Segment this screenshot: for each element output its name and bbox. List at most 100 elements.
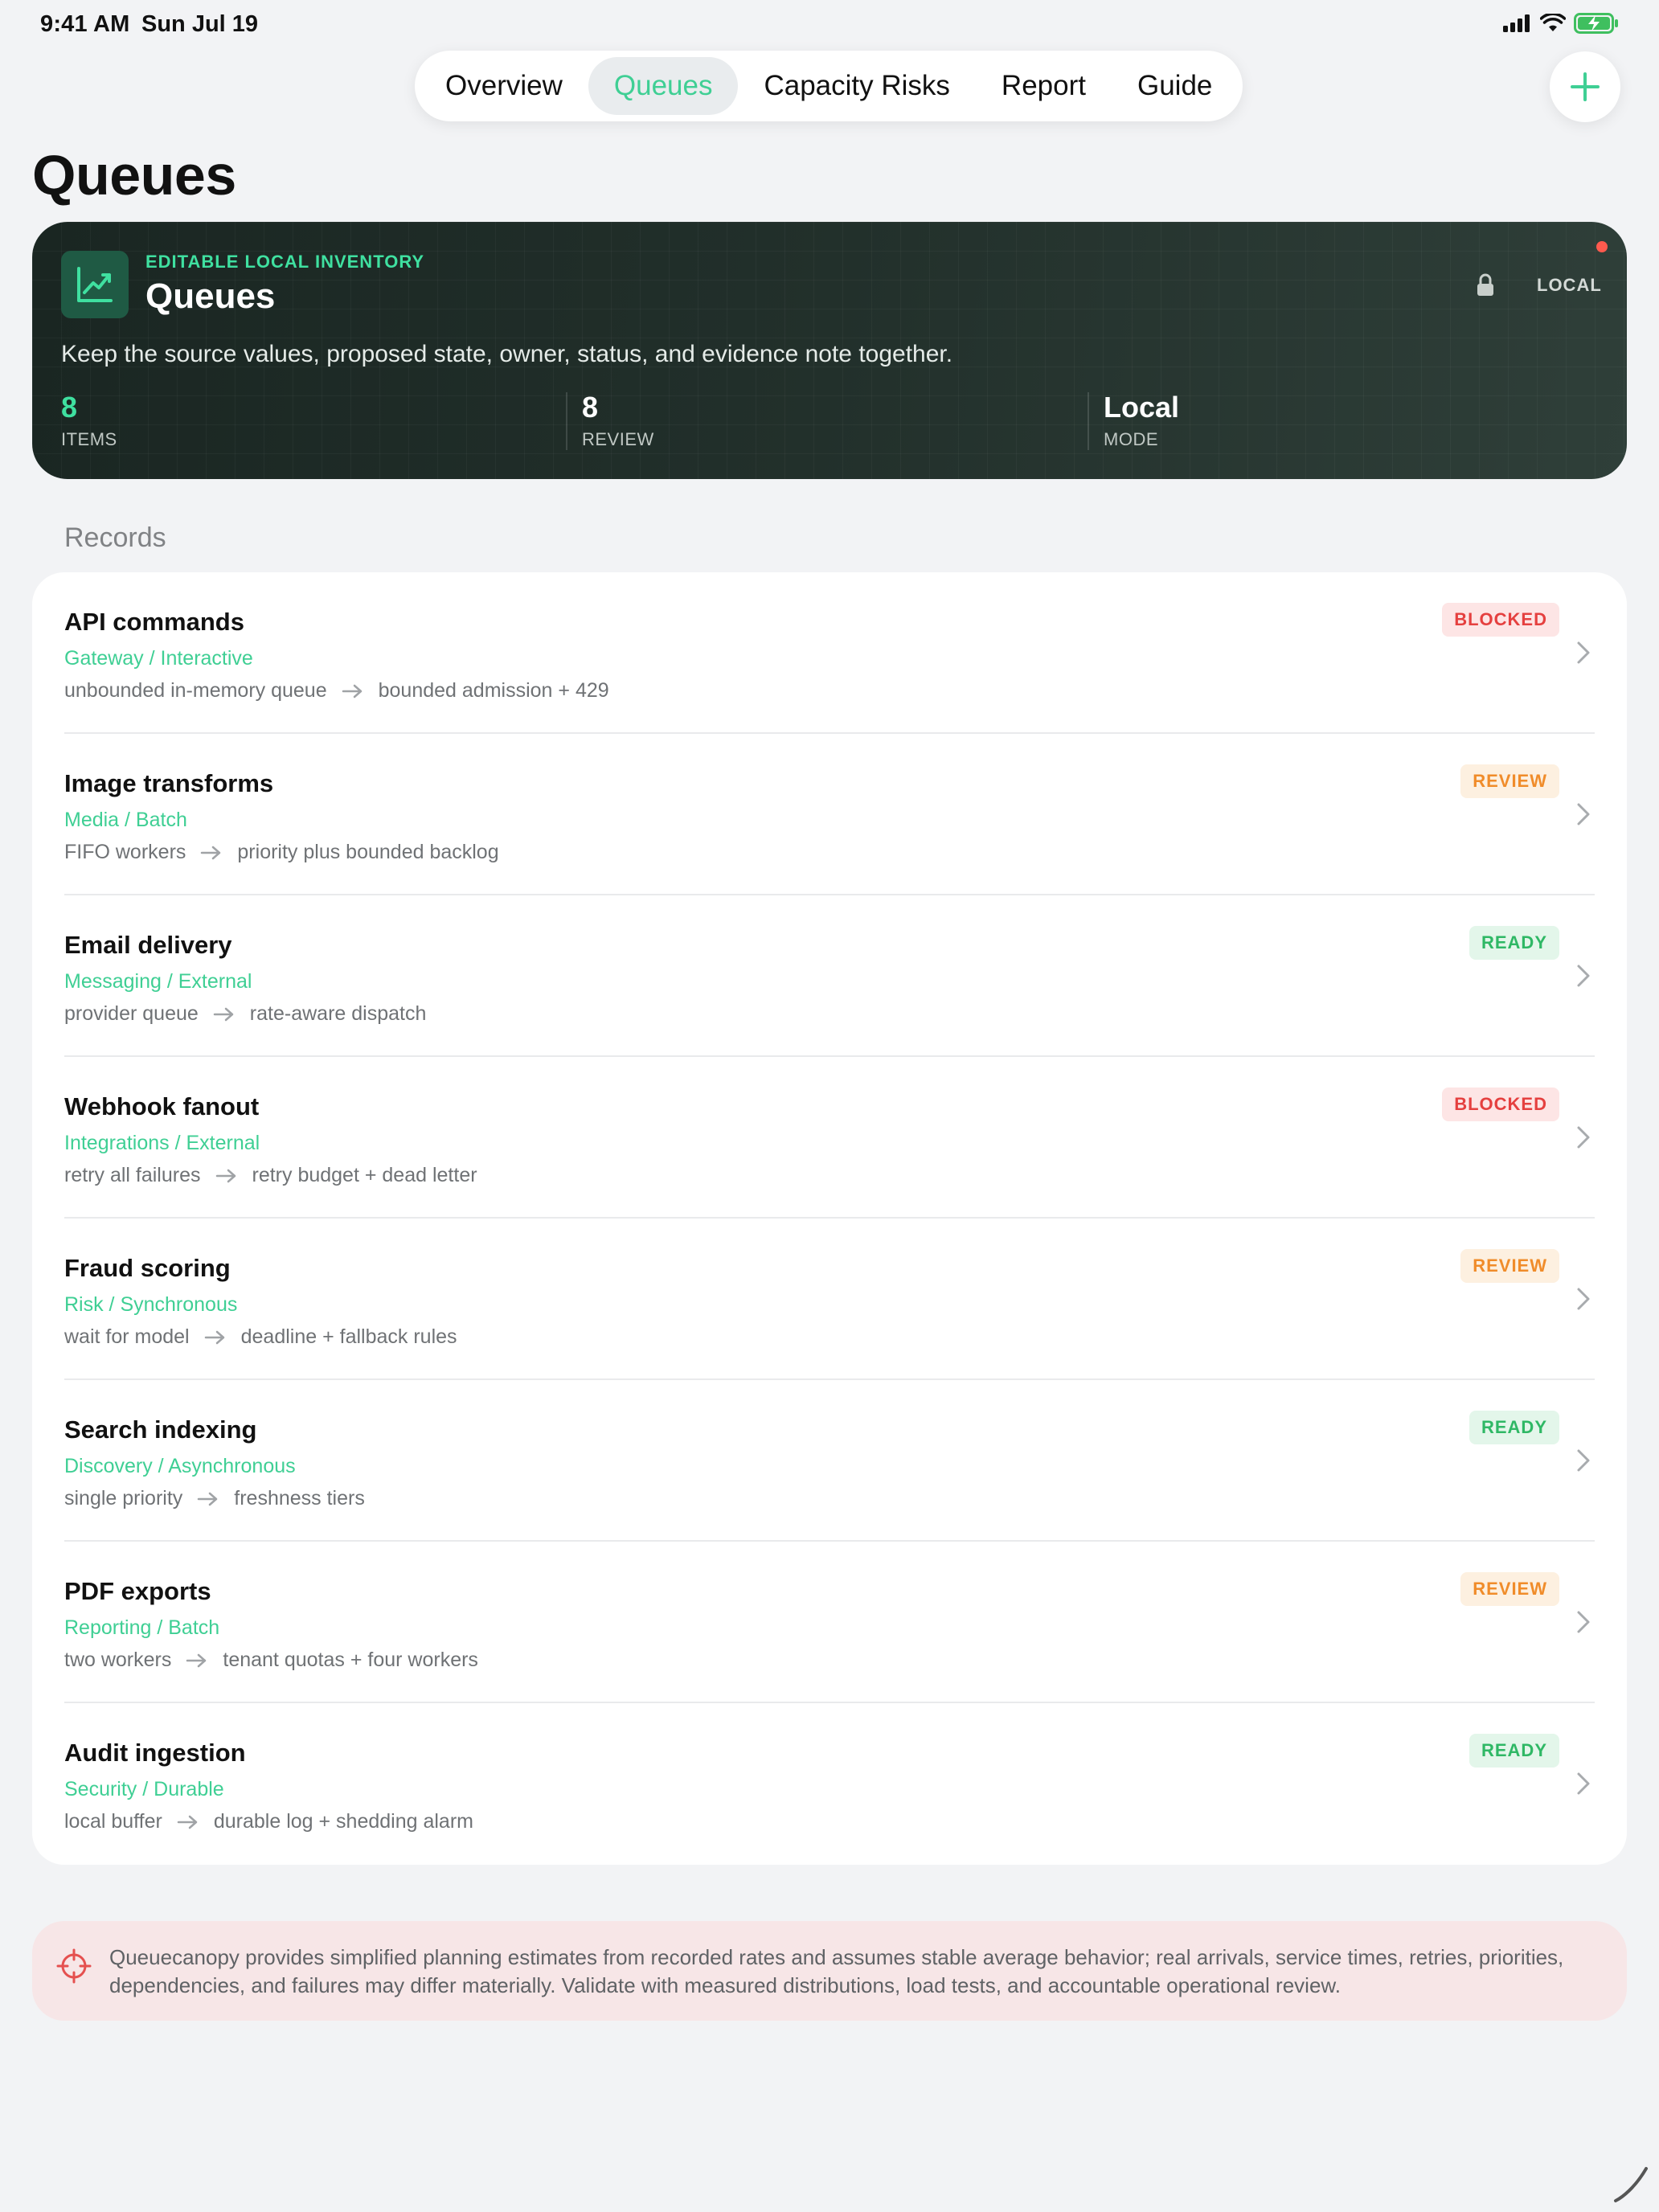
record-flow: retry all failures retry budget + dead le… [64, 1164, 477, 1187]
chevron-right-icon [1577, 1288, 1590, 1310]
record-to: priority plus bounded backlog [237, 841, 499, 863]
tab-overview[interactable]: Overview [420, 57, 588, 115]
record-to: freshness tiers [234, 1487, 365, 1509]
record-subtitle: Security / Durable [64, 1778, 224, 1800]
status-badge: BLOCKED [1442, 603, 1559, 637]
arrow-right-icon [198, 1492, 218, 1505]
pencil-stroke-icon [1614, 2167, 1648, 2202]
record-to: tenant quotas + four workers [223, 1649, 478, 1671]
tab-guide[interactable]: Guide [1112, 57, 1238, 115]
plus-icon [1571, 72, 1600, 101]
status-time: 9:41 AM [40, 11, 130, 37]
record-title: PDF exports [64, 1577, 211, 1605]
record-to: durable log + shedding alarm [213, 1810, 473, 1833]
stat-value: Local [1104, 391, 1180, 424]
hero-card: EDITABLE LOCAL INVENTORY Queues LOCAL Ke… [32, 222, 1627, 479]
record-row[interactable]: Search indexing Discovery / Asynchronous s… [32, 1380, 1627, 1542]
record-row[interactable]: Webhook fanout Integrations / External ret… [32, 1057, 1627, 1219]
lock-icon [1477, 273, 1493, 296]
record-flow: local buffer durable log + shedding alarm [64, 1810, 473, 1833]
tab-capacity-risks[interactable]: Capacity Risks [738, 57, 975, 115]
chevron-right-icon [1577, 641, 1590, 664]
record-flow: wait for model deadline + fallback rules [64, 1325, 457, 1349]
record-subtitle: Risk / Synchronous [64, 1293, 238, 1316]
record-title: Email delivery [64, 931, 232, 959]
arrow-right-icon [342, 684, 362, 698]
tab-queues[interactable]: Queues [588, 57, 739, 115]
status-badge: READY [1469, 1411, 1559, 1444]
battery-icon [1574, 13, 1618, 34]
record-to: deadline + fallback rules [240, 1325, 457, 1348]
record-to: rate-aware dispatch [249, 1002, 427, 1025]
tab-report[interactable]: Report [976, 57, 1112, 115]
page-title: Queues [32, 144, 236, 207]
record-to: bounded admission + 429 [378, 679, 609, 702]
record-row[interactable]: Fraud scoring Risk / Synchronous wait for … [32, 1219, 1627, 1380]
wifi-icon [1540, 14, 1566, 31]
hero-icon-tile [61, 251, 129, 318]
record-row[interactable]: Audit ingestion Security / Durable local b… [32, 1703, 1627, 1865]
record-from: retry all failures [64, 1164, 201, 1186]
hero-title: Queues [145, 276, 276, 316]
stat-mode: Local MODE [1088, 391, 1570, 455]
record-title: Webhook fanout [64, 1092, 260, 1120]
chart-trend-icon [77, 267, 113, 302]
status-badge: REVIEW [1460, 1572, 1559, 1606]
record-row[interactable]: PDF exports Reporting / Batch two workers t… [32, 1542, 1627, 1703]
stat-value: 8 [61, 391, 78, 424]
arrow-right-icon [213, 1007, 234, 1021]
record-title: Fraud scoring [64, 1254, 231, 1282]
stat-value: 8 [582, 391, 599, 424]
record-subtitle: Messaging / External [64, 970, 252, 993]
record-subtitle: Integrations / External [64, 1132, 260, 1154]
stat-divider [1088, 392, 1089, 450]
record-title: Search indexing [64, 1415, 257, 1444]
record-flow: two workers tenant quotas + four workers [64, 1649, 478, 1672]
status-badge: READY [1469, 1734, 1559, 1768]
record-row[interactable]: Image transforms Media / Batch FIFO worker… [32, 734, 1627, 895]
disclaimer-text: Queuecanopy provides simplified planning… [109, 1945, 1564, 1997]
chevron-right-icon [1577, 1449, 1590, 1472]
tab-bar: Overview Queues Capacity Risks Report Gu… [415, 51, 1243, 121]
record-subtitle: Media / Batch [64, 809, 187, 831]
status-bar: 9:41 AM Sun Jul 19 [0, 0, 1659, 51]
records-section-label: Records [64, 522, 166, 553]
status-icons [1503, 13, 1619, 34]
hero-description: Keep the source values, proposed state, … [61, 341, 953, 367]
arrow-right-icon [177, 1815, 198, 1829]
hero-mode-badge: LOCAL [1537, 275, 1602, 295]
status-badge: BLOCKED [1442, 1088, 1559, 1121]
arrow-right-icon [201, 846, 221, 859]
status-date: Sun Jul 19 [141, 11, 259, 37]
record-to: retry budget + dead letter [252, 1164, 477, 1186]
record-from: FIFO workers [64, 841, 186, 863]
record-title: Audit ingestion [64, 1739, 246, 1767]
signal-icon [1503, 14, 1530, 32]
chevron-right-icon [1577, 1126, 1590, 1149]
record-subtitle: Reporting / Batch [64, 1616, 220, 1639]
record-title: Image transforms [64, 769, 274, 797]
record-flow: provider queue rate-aware dispatch [64, 1002, 426, 1026]
crosshair-icon [56, 1948, 92, 1984]
status-badge: READY [1469, 926, 1559, 960]
add-button[interactable] [1550, 51, 1620, 122]
record-subtitle: Discovery / Asynchronous [64, 1455, 296, 1477]
chevron-right-icon [1577, 803, 1590, 825]
record-title: API commands [64, 608, 244, 636]
chevron-right-icon [1577, 1611, 1590, 1633]
record-row[interactable]: API commands Gateway / Interactive unbound… [32, 572, 1627, 734]
stat-label: REVIEW [582, 429, 654, 449]
record-subtitle: Gateway / Interactive [64, 647, 253, 670]
record-from: single priority [64, 1487, 183, 1509]
record-flow: single priority freshness tiers [64, 1487, 365, 1510]
chevron-right-icon [1577, 1772, 1590, 1795]
records-list: API commands Gateway / Interactive unbound… [32, 572, 1627, 1865]
record-from: two workers [64, 1649, 172, 1671]
record-row[interactable]: Email delivery Messaging / External provid… [32, 895, 1627, 1057]
record-flow: FIFO workers priority plus bounded backlo… [64, 841, 499, 864]
stat-items: 8 ITEMS [61, 391, 543, 455]
record-from: unbounded in-memory queue [64, 679, 327, 702]
arrow-right-icon [215, 1169, 236, 1182]
stat-label: MODE [1104, 429, 1158, 449]
record-from: provider queue [64, 1002, 199, 1025]
